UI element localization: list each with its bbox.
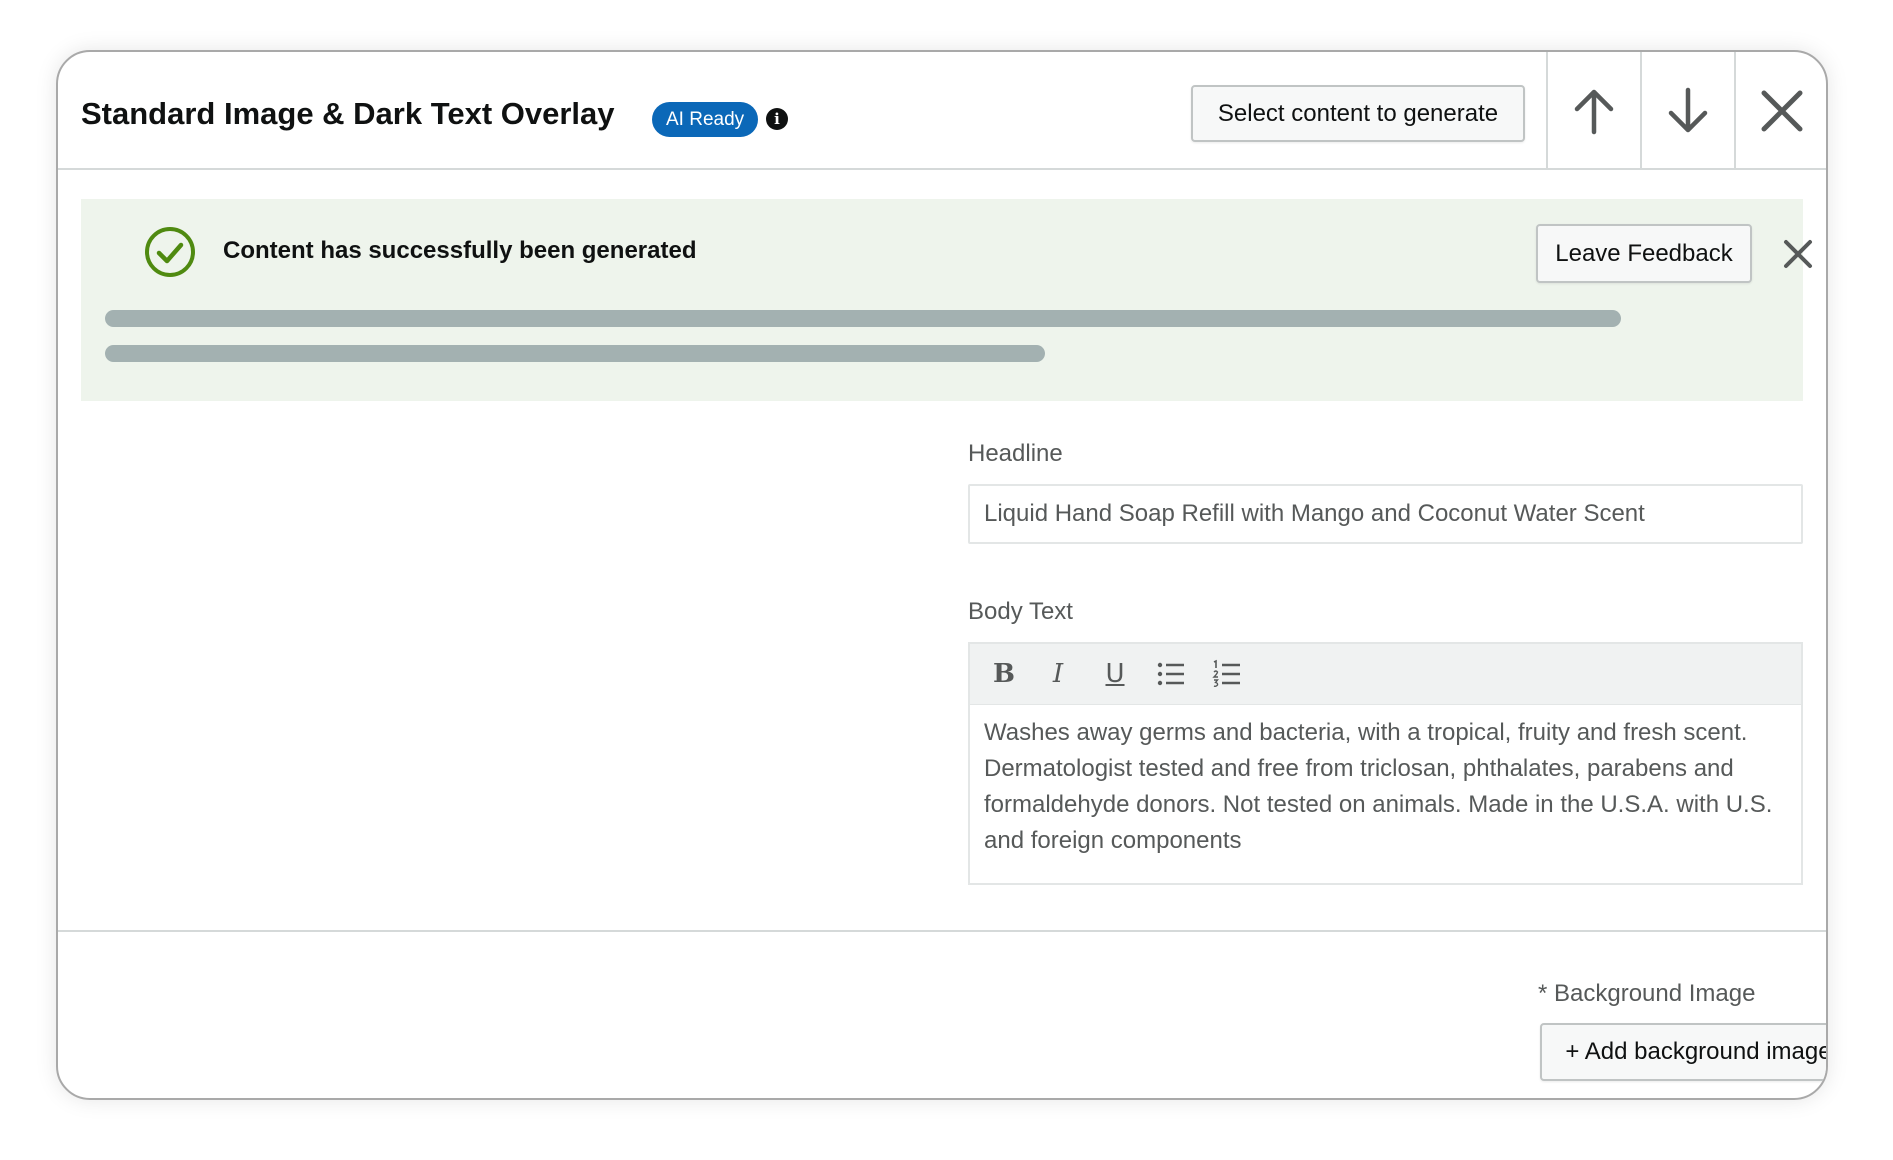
bullet-list-icon bbox=[1157, 662, 1184, 686]
leave-feedback-button[interactable]: Leave Feedback bbox=[1536, 224, 1752, 283]
editor-toolbar: B I U bbox=[970, 644, 1801, 705]
body-text-editor: B I U Washes away germs and bacteria, wi… bbox=[968, 642, 1803, 885]
headline-input[interactable]: Liquid Hand Soap Refill with Mango and C… bbox=[968, 484, 1803, 544]
bullet-list-button[interactable] bbox=[1153, 656, 1189, 692]
divider bbox=[58, 930, 1826, 932]
close-module-button[interactable] bbox=[1734, 52, 1826, 170]
close-icon[interactable] bbox=[1778, 234, 1818, 274]
italic-button[interactable]: I bbox=[1040, 656, 1076, 692]
background-image-label: * Background Image bbox=[1538, 980, 1756, 1007]
body-text-content[interactable]: Washes away germs and bacteria, with a t… bbox=[984, 715, 1787, 859]
headline-label: Headline bbox=[968, 440, 1063, 467]
numbered-list-icon bbox=[1212, 659, 1240, 688]
bold-button[interactable]: B bbox=[986, 656, 1022, 692]
check-circle-icon bbox=[145, 227, 195, 277]
ai-ready-badge: AI Ready bbox=[652, 102, 759, 137]
loading-skeleton-line bbox=[105, 345, 1045, 362]
success-alert: Content has successfully been generated … bbox=[81, 199, 1812, 401]
loading-skeleton-line bbox=[105, 310, 1621, 327]
module-title: Standard Image & Dark Text Overlay bbox=[81, 96, 615, 131]
move-up-button[interactable] bbox=[1546, 52, 1640, 170]
underline-button[interactable]: U bbox=[1097, 656, 1133, 692]
info-icon[interactable]: i bbox=[766, 108, 788, 130]
alert-message: Content has successfully been generated bbox=[223, 237, 697, 264]
close-icon bbox=[1761, 90, 1803, 132]
move-down-button[interactable] bbox=[1640, 52, 1734, 170]
arrow-up-icon bbox=[1574, 89, 1614, 135]
module-header: Standard Image & Dark Text Overlay AI Re… bbox=[58, 52, 1826, 170]
numbered-list-button[interactable] bbox=[1209, 656, 1245, 692]
arrow-down-icon bbox=[1668, 87, 1708, 133]
module-card: Standard Image & Dark Text Overlay AI Re… bbox=[56, 50, 1828, 1100]
select-content-to-generate-button[interactable]: Select content to generate bbox=[1191, 85, 1525, 142]
add-background-image-button[interactable]: + Add background image bbox=[1540, 1023, 1826, 1081]
body-text-label: Body Text bbox=[968, 598, 1073, 625]
